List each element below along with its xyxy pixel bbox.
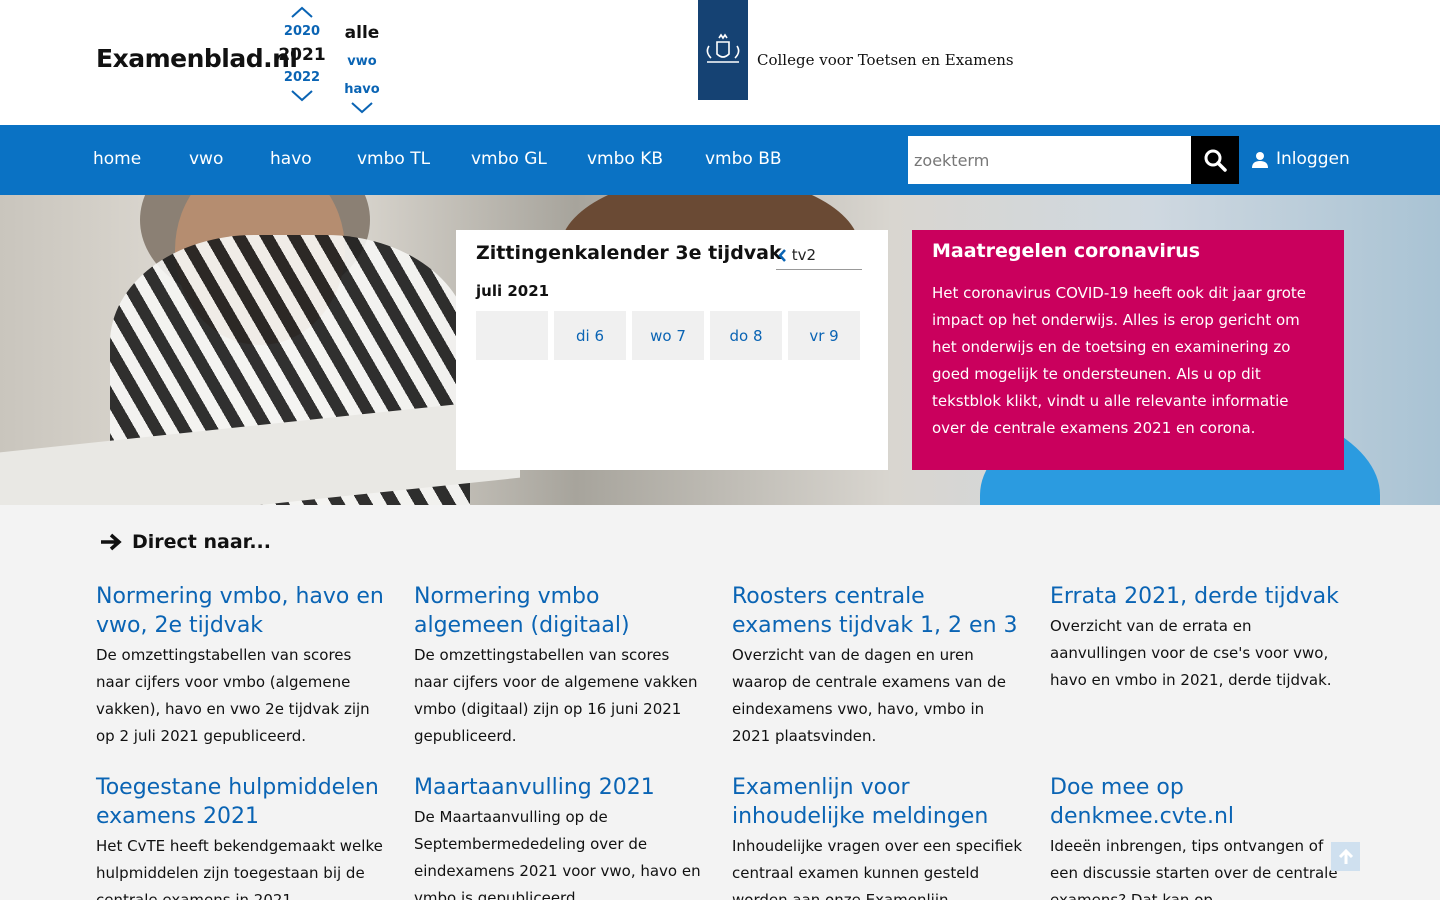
nav-vmbo-tl[interactable]: vmbo TL [357, 149, 430, 169]
calendar-days: di 6 wo 7 do 8 vr 9 [476, 311, 860, 360]
quick-link-text: Overzicht van de dagen en uren waarop de… [732, 646, 1006, 745]
nav-havo[interactable]: havo [270, 149, 312, 169]
nav-vmbo-gl[interactable]: vmbo GL [471, 149, 547, 169]
year-2020[interactable]: 2020 [276, 22, 328, 42]
login-link[interactable]: Inloggen [1252, 149, 1350, 169]
main-nav: home vwo havo vmbo TL vmbo GL vmbo KB vm… [0, 125, 1440, 195]
nav-home[interactable]: home [93, 149, 141, 169]
chevron-up-icon[interactable] [290, 4, 314, 20]
quick-link-title[interactable]: Errata 2021, derde tijdvak [1050, 582, 1344, 611]
nav-vwo[interactable]: vwo [189, 149, 223, 169]
rijksoverheid-logo[interactable] [698, 0, 748, 100]
quick-link-title[interactable]: Normering vmbo algemeen (digitaal) [414, 582, 708, 640]
calendar-prev-link[interactable]: tv2 [777, 246, 816, 264]
quick-link-text: Het CvTE heeft bekendgemaakt welke hulpm… [96, 837, 383, 900]
level-selector: alle vwo havo [338, 4, 386, 116]
year-selector: 2020 2021 2022 [276, 4, 328, 104]
site-title[interactable]: Examenblad.nl [96, 44, 298, 73]
calendar-day-empty [476, 311, 548, 360]
quick-link-text: Overzicht van de errata en aanvullingen … [1050, 617, 1332, 689]
quick-link-card: Examenlijn voor inhoudelijke meldingen I… [732, 773, 1026, 900]
org-name: College voor Toetsen en Examens [757, 51, 1014, 69]
quick-link-title[interactable]: Toegestane hulpmiddelen examens 2021 [96, 773, 390, 831]
quick-link-card: Maartaanvulling 2021 De Maartaanvulling … [414, 773, 708, 900]
calendar-day[interactable]: vr 9 [788, 311, 860, 360]
calendar-day[interactable]: di 6 [554, 311, 626, 360]
direct-naar-heading: Direct naar... [100, 531, 271, 553]
corona-text: Het coronavirus COVID-19 heeft ook dit j… [932, 284, 1307, 437]
calendar-widget: Zittingenkalender 3e tijdvak tv2 juli 20… [456, 230, 888, 470]
quick-link-text: Inhoudelijke vragen over een specifiek c… [732, 837, 1023, 900]
quick-link-title[interactable]: Normering vmbo, havo en vwo, 2e tijdvak [96, 582, 390, 640]
nav-vmbo-kb[interactable]: vmbo KB [587, 149, 663, 169]
arrow-right-icon [101, 533, 122, 551]
calendar-day[interactable]: do 8 [710, 311, 782, 360]
quick-link-text: De Maartaanvulling op de Septembermedede… [414, 808, 701, 900]
quick-link-title[interactable]: Examenlijn voor inhoudelijke meldingen [732, 773, 1026, 831]
calendar-divider [776, 269, 862, 270]
quick-link-text: De omzettingstabellen van scores naar ci… [96, 646, 370, 745]
login-label: Inloggen [1276, 149, 1350, 169]
quick-link-card: Roosters centrale examens tijdvak 1, 2 e… [732, 582, 1026, 750]
chevron-down-icon[interactable] [350, 100, 374, 116]
chevron-down-icon[interactable] [290, 88, 314, 104]
year-current: 2021 [278, 45, 326, 65]
coat-of-arms-icon [706, 33, 740, 63]
quick-link-title[interactable]: Maartaanvulling 2021 [414, 773, 708, 802]
site-header: Examenblad.nl 2020 2021 2022 alle vwo ha… [0, 0, 1440, 125]
calendar-prev-label: tv2 [791, 246, 816, 264]
arrow-up-icon [1338, 848, 1353, 864]
level-havo[interactable]: havo [338, 80, 386, 100]
year-2022[interactable]: 2022 [276, 68, 328, 88]
quick-link-card: Errata 2021, derde tijdvak Overzicht van… [1050, 582, 1344, 694]
search-input[interactable] [908, 136, 1192, 184]
quick-link-title[interactable]: Doe mee op denkmee.cvte.nl [1050, 773, 1344, 831]
corona-title: Maatregelen coronavirus [932, 240, 1201, 262]
calendar-day[interactable]: wo 7 [632, 311, 704, 360]
quick-link-text: Ideeën inbrengen, tips ontvangen of een … [1050, 837, 1338, 900]
corona-block[interactable]: Maatregelen coronavirus Het coronavirus … [912, 230, 1344, 470]
back-to-top-button[interactable] [1331, 842, 1360, 871]
quick-link-card: Doe mee op denkmee.cvte.nl Ideeën inbren… [1050, 773, 1344, 900]
level-current: alle [344, 23, 380, 43]
quick-link-title[interactable]: Roosters centrale examens tijdvak 1, 2 e… [732, 582, 1026, 640]
level-vwo[interactable]: vwo [338, 52, 386, 72]
calendar-month: juli 2021 [476, 282, 550, 300]
quick-link-card: Normering vmbo, havo en vwo, 2e tijdvak … [96, 582, 390, 750]
quick-link-text: De omzettingstabellen van scores naar ci… [414, 646, 698, 745]
search-icon [1204, 149, 1227, 172]
quick-link-card: Normering vmbo algemeen (digitaal) De om… [414, 582, 708, 750]
quick-link-card: Toegestane hulpmiddelen examens 2021 Het… [96, 773, 390, 900]
user-icon [1252, 151, 1268, 168]
search-button[interactable] [1191, 136, 1239, 184]
nav-vmbo-bb[interactable]: vmbo BB [705, 149, 782, 169]
chevron-left-icon [777, 248, 786, 262]
hero-banner: Zittingenkalender 3e tijdvak tv2 juli 20… [0, 195, 1440, 505]
direct-naar-label: Direct naar... [132, 531, 271, 553]
